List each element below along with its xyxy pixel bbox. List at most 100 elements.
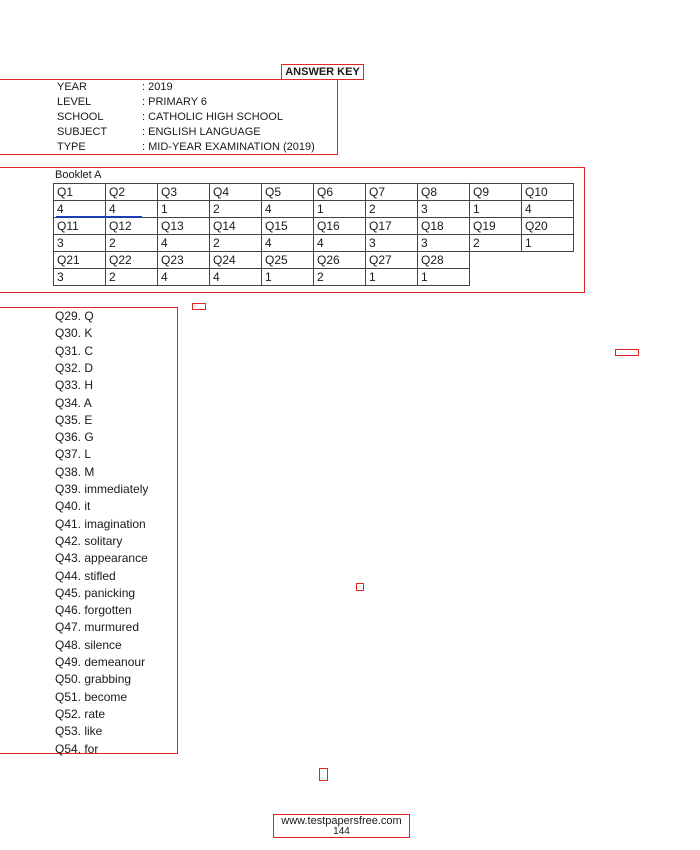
answer-row: 3242443321 <box>53 234 574 252</box>
question-cell: Q22 <box>105 251 158 269</box>
question-cell: Q24 <box>209 251 262 269</box>
question-cell: Q27 <box>365 251 418 269</box>
question-cell: Q25 <box>261 251 314 269</box>
answer-list-item: Q44. stifled <box>55 568 116 583</box>
question-cell: Q3 <box>157 183 210 201</box>
annotation-box <box>615 349 639 356</box>
answer-list-item: Q42. solitary <box>55 533 123 548</box>
answer-list-item: Q45. panicking <box>55 585 136 600</box>
answer-list-item: Q29. Q <box>55 309 94 323</box>
page-number: 144 <box>333 826 350 837</box>
question-row: Q11 Q12 Q13 Q14 Q15 Q16 Q17 Q18 Q19 Q20 <box>53 217 574 235</box>
answer-cell: 4 <box>521 200 574 218</box>
question-cell: Q21 <box>53 251 106 269</box>
answer-cell: 1 <box>417 268 470 286</box>
info-value: : PRIMARY 6 <box>142 96 208 108</box>
info-value: : ENGLISH LANGUAGE <box>142 126 261 138</box>
answer-cell: 4 <box>209 268 262 286</box>
answer-list-item: Q54. for <box>55 741 99 756</box>
info-value: : CATHOLIC HIGH SCHOOL <box>142 111 283 123</box>
answer-cell: 3 <box>417 200 470 218</box>
answer-list-item: Q49. demeanour <box>55 655 146 669</box>
answer-list-item: Q41. imagination <box>55 516 146 531</box>
answer-cell: 1 <box>261 268 314 286</box>
answer-cell: 4 <box>313 234 366 252</box>
question-cell: Q8 <box>417 183 470 201</box>
answer-cell: 2 <box>313 268 366 286</box>
answer-cell: 2 <box>105 268 158 286</box>
question-cell: Q16 <box>313 217 366 235</box>
question-cell: Q11 <box>53 217 106 235</box>
answer-list-item: Q40. it <box>55 499 91 514</box>
empty-cell <box>522 252 574 269</box>
question-cell: Q14 <box>209 217 262 235</box>
question-cell: Q10 <box>521 183 574 201</box>
question-cell: Q5 <box>261 183 314 201</box>
answer-cell: 2 <box>209 234 262 252</box>
question-cell: Q28 <box>417 251 470 269</box>
page-title: ANSWER KEY <box>281 64 364 80</box>
info-row: TYPE : MID-YEAR EXAMINATION (2019) <box>57 140 315 155</box>
question-row: Q1 Q2 Q3 Q4 Q5 Q6 Q7 Q8 Q9 Q10 <box>53 183 574 201</box>
question-cell: Q18 <box>417 217 470 235</box>
question-cell: Q15 <box>261 217 314 235</box>
answer-cell: 2 <box>469 234 522 252</box>
answer-list-item: Q53. like <box>55 724 103 739</box>
answer-cell: 4 <box>157 234 210 252</box>
answer-list-item: Q37. L <box>55 447 92 462</box>
answer-cell: 3 <box>53 268 106 286</box>
answer-list-item: Q50. grabbing <box>55 672 132 687</box>
question-cell: Q19 <box>469 217 522 235</box>
answer-cell: 4 <box>261 200 314 218</box>
question-cell: Q13 <box>157 217 210 235</box>
info-label: SUBJECT <box>57 126 108 138</box>
info-label: LEVEL <box>57 96 92 108</box>
info-label: TYPE <box>57 141 86 153</box>
answer-cell: 4 <box>53 200 106 218</box>
answer-list-item: Q39. immediately <box>55 482 149 496</box>
empty-cell <box>470 269 522 286</box>
booklet-a-table: Q1 Q2 Q3 Q4 Q5 Q6 Q7 Q8 Q9 Q10 4 4 1 2 4 1 2 3 1 4 Q11 Q12 Q13… <box>53 183 574 286</box>
answer-cell: 3 <box>53 234 106 252</box>
pen-dash <box>465 183 469 184</box>
answer-cell: 2 <box>365 200 418 218</box>
question-row: Q21 Q22 Q23 Q24 Q25 Q26 Q27 Q28 <box>53 251 574 269</box>
question-cell: Q9 <box>469 183 522 201</box>
answer-cell: 1 <box>469 200 522 218</box>
info-row: YEAR: 2019 <box>57 80 173 95</box>
answer-cell: 2 <box>209 200 262 218</box>
answer-list-item: Q36. G <box>55 430 94 445</box>
answer-list-item: Q52. rate <box>55 706 106 721</box>
answer-list-item: Q48. silence <box>55 637 122 652</box>
answer-cell: 2 <box>105 234 158 252</box>
info-value: : MID-YEAR EXAMINATION (2019) <box>142 141 315 153</box>
question-cell: Q1 <box>53 183 106 201</box>
question-cell: Q7 <box>365 183 418 201</box>
answer-list-item: Q46. forgotten <box>55 603 132 618</box>
answer-row: 4412412314 <box>53 200 574 218</box>
pen-underline <box>56 216 142 218</box>
answer-list-item: Q30. K <box>55 326 93 341</box>
question-cell: Q6 <box>313 183 366 201</box>
empty-cell <box>522 269 574 286</box>
answer-cell: 3 <box>365 234 418 252</box>
answer-list-item: Q34. A <box>55 395 92 410</box>
answer-list-item: Q47. murmured <box>55 620 140 635</box>
annotation-box <box>192 303 206 310</box>
answer-cell: 1 <box>521 234 574 252</box>
question-cell: Q2 <box>105 183 158 201</box>
question-cell: Q20 <box>521 217 574 235</box>
answer-cell: 1 <box>313 200 366 218</box>
question-cell: Q23 <box>157 251 210 269</box>
answer-cell: 4 <box>261 234 314 252</box>
info-row: SUBJECT : ENGLISH LANGUAGE <box>57 125 261 140</box>
answer-list-item: Q35. E <box>55 412 93 427</box>
question-cell: Q17 <box>365 217 418 235</box>
question-cell: Q12 <box>105 217 158 235</box>
answer-list-item: Q38. M <box>55 464 95 479</box>
answer-row: 32441211 <box>53 268 574 286</box>
booklet-a-title: Booklet A <box>55 169 102 181</box>
answer-cell: 4 <box>157 268 210 286</box>
answer-cell: 1 <box>157 200 210 218</box>
info-label: YEAR <box>57 81 87 93</box>
